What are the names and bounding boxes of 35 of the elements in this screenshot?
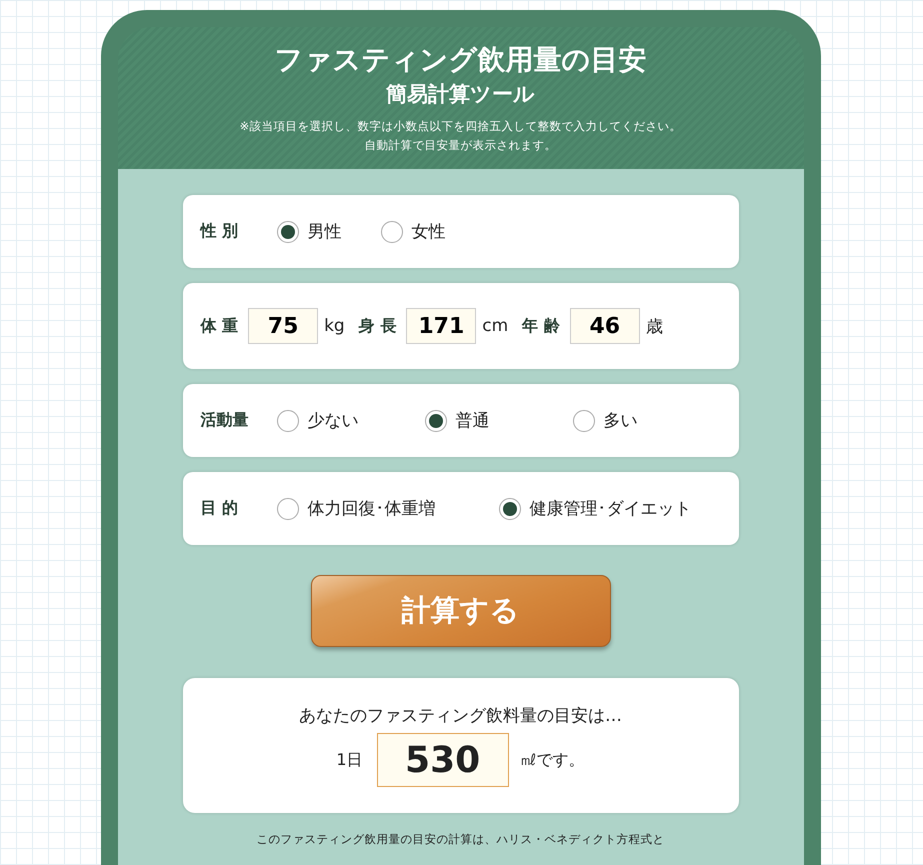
- unit-label: ㎖です。: [520, 750, 585, 770]
- footnote-text: このファスティング飲用量の目安の計算は、ハリス・ベネディクト方程式と: [256, 832, 666, 847]
- field-label: 性 別: [200, 221, 240, 242]
- radio-option[interactable]: 男性: [276, 220, 380, 243]
- radio-button[interactable]: [498, 498, 520, 520]
- radio-button[interactable]: [380, 220, 402, 242]
- page-title: ファスティング飲用量の目安: [274, 42, 648, 78]
- field-label: 年 齢: [522, 316, 560, 336]
- radio-button[interactable]: [276, 410, 298, 432]
- radio-option[interactable]: 健康管理･ダイエット: [498, 497, 692, 520]
- radio-option[interactable]: 多い: [572, 409, 720, 432]
- number-input[interactable]: 75: [248, 308, 318, 344]
- radio-button[interactable]: [276, 498, 298, 520]
- result-text: あなたのファスティング飲料量の目安は…: [299, 705, 622, 727]
- day-label: 1日: [336, 750, 363, 770]
- unit-label: kg: [324, 316, 345, 336]
- number-input[interactable]: 171: [406, 308, 476, 344]
- instruction-text: 自動計算で目安量が表示されます。: [364, 137, 558, 154]
- field-label: 身 長: [358, 316, 396, 336]
- page-subtitle: 簡易計算ツール: [384, 81, 536, 108]
- field-label: 体 重: [200, 316, 238, 336]
- radio-option[interactable]: 普通: [424, 409, 572, 432]
- radio-option[interactable]: 体力回復･体重増: [276, 497, 498, 520]
- radio-button[interactable]: [276, 220, 298, 242]
- result-value: 530: [376, 733, 509, 787]
- radio-option[interactable]: 女性: [380, 220, 446, 243]
- unit-label: 歳: [646, 316, 663, 338]
- number-input[interactable]: 46: [570, 308, 640, 344]
- unit-label: cm: [482, 316, 508, 336]
- field-label: 活動量: [200, 410, 250, 431]
- radio-button[interactable]: [424, 410, 446, 432]
- field-label: 目 的: [200, 498, 240, 519]
- instruction-text: ※該当項目を選択し、数字は小数点以下を四捨五入して整数で入力してください。: [238, 118, 682, 135]
- radio-option[interactable]: 少ない: [276, 409, 424, 432]
- radio-button[interactable]: [572, 410, 594, 432]
